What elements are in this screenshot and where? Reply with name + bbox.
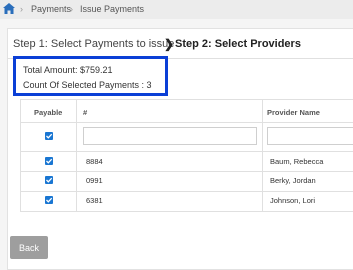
step-2-label: Step 2: Select Providers [175, 38, 301, 50]
provider-filter-input[interactable] [267, 127, 353, 145]
provider-name: Berky, Jordan [270, 176, 316, 185]
wizard-steps: Step 1: Select Payments to issue ❯ Step … [7, 28, 353, 59]
back-button[interactable]: Back [10, 236, 48, 259]
payable-checkbox[interactable] [45, 157, 53, 165]
table-row: 0991 Berky, Jordan [20, 171, 353, 192]
payment-number: 0991 [86, 176, 103, 185]
column-header-payable[interactable]: Payable [34, 108, 62, 117]
step-1-label[interactable]: Step 1: Select Payments to issue [13, 38, 174, 50]
home-icon[interactable] [3, 3, 15, 14]
breadcrumb: › Payments › Issue Payments [0, 0, 353, 19]
payable-checkbox[interactable] [45, 176, 53, 184]
number-filter-input[interactable] [83, 127, 257, 145]
provider-name: Johnson, Lori [270, 196, 316, 205]
chevron-right-icon: ❯ [164, 37, 175, 51]
provider-name: Baum, Rebecca [270, 157, 324, 166]
table-filter-row [20, 121, 353, 152]
table-row: 6381 Johnson, Lori [20, 191, 353, 212]
column-header-number[interactable]: # [83, 108, 87, 117]
payment-summary: Total Amount: $759.21 Count Of Selected … [13, 56, 168, 96]
column-header-provider-name[interactable]: Provider Name [267, 108, 320, 117]
table-header-row: Payable # Provider Name [20, 99, 353, 123]
select-all-checkbox[interactable] [45, 132, 53, 140]
payment-number: 8884 [86, 157, 103, 166]
breadcrumb-separator: › [70, 4, 73, 14]
payment-number: 6381 [86, 196, 103, 205]
selected-count: Count Of Selected Payments : 3 [23, 80, 152, 90]
table-row: 8884 Baum, Rebecca [20, 152, 353, 172]
providers-table: Payable # Provider Name 8884 Baum, Rebec… [20, 99, 353, 213]
total-amount: Total Amount: $759.21 [23, 65, 113, 75]
payable-checkbox[interactable] [45, 196, 53, 204]
breadcrumb-separator: › [20, 4, 23, 14]
breadcrumb-payments[interactable]: Payments [31, 4, 71, 14]
breadcrumb-issue-payments: Issue Payments [80, 4, 145, 14]
